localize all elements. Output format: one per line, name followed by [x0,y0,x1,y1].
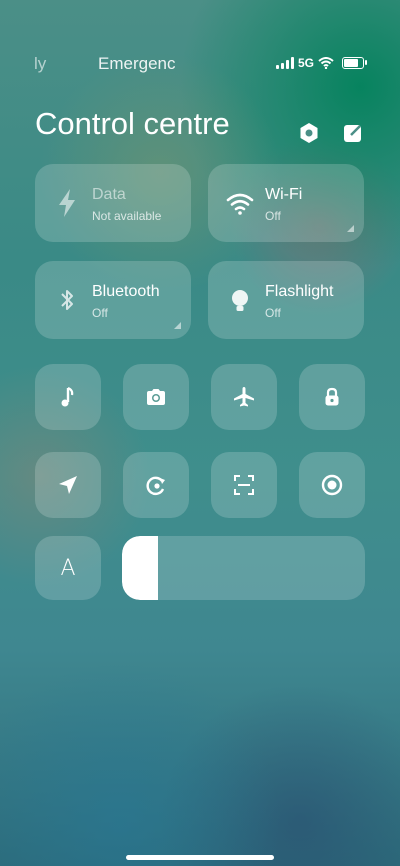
tile-label: Wi-Fi [265,186,303,203]
auto-brightness-label: A [60,555,76,581]
scan-icon [234,475,254,495]
signal-icon [275,57,294,69]
screenshot-button[interactable] [123,364,189,430]
tile-mobile-data[interactable]: Data Not available [35,164,191,242]
wifi-status-icon [318,57,334,69]
lock-screen-button[interactable] [299,364,365,430]
page-title: Control centre [35,106,230,141]
expand-corner-icon[interactable] [347,225,354,232]
brightness-level-fill [122,536,159,600]
lock-icon [325,387,339,406]
tile-bluetooth[interactable]: Bluetooth Off [35,261,191,339]
wifi-icon [226,193,254,215]
home-indicator[interactable] [126,855,274,860]
music-note-icon [61,386,74,407]
airplane-icon [234,387,254,407]
edit-icon[interactable] [342,122,364,144]
location-arrow-icon [59,476,77,494]
status-icons: 5G [275,56,367,70]
tile-flashlight[interactable]: Flashlight Off [208,261,364,339]
tile-status: Off [92,306,108,320]
tile-label: Bluetooth [92,283,160,300]
battery-icon [342,57,367,69]
expand-corner-icon[interactable] [174,322,181,329]
auto-rotate-button[interactable] [123,452,189,518]
header-actions [298,122,364,144]
airplane-mode-button[interactable] [211,364,277,430]
bluetooth-icon [61,290,73,310]
record-icon [321,474,343,496]
scanner-button[interactable] [211,452,277,518]
camera-icon [147,389,165,405]
tile-status: Off [265,209,281,223]
tile-label: Data [92,186,126,203]
rotate-lock-icon [146,476,165,496]
brightness-slider[interactable] [122,536,365,600]
auto-brightness-button[interactable]: A [35,536,101,600]
tile-label: Flashlight [265,283,334,300]
sound-mode-button[interactable] [35,364,101,430]
lightbulb-icon [232,290,248,311]
lightning-icon [59,189,75,217]
tile-status: Not available [92,209,162,223]
carrier-label: Emergenc [98,54,176,73]
status-bar: ly Emergenc 5G [0,50,400,78]
location-button[interactable] [35,452,101,518]
tile-wifi[interactable]: Wi-Fi Off [208,164,364,242]
status-left-text: ly [34,54,47,73]
network-type: 5G [297,56,314,70]
settings-icon[interactable] [298,122,320,144]
screen-recorder-button[interactable] [299,452,365,518]
tile-status: Off [265,306,281,320]
